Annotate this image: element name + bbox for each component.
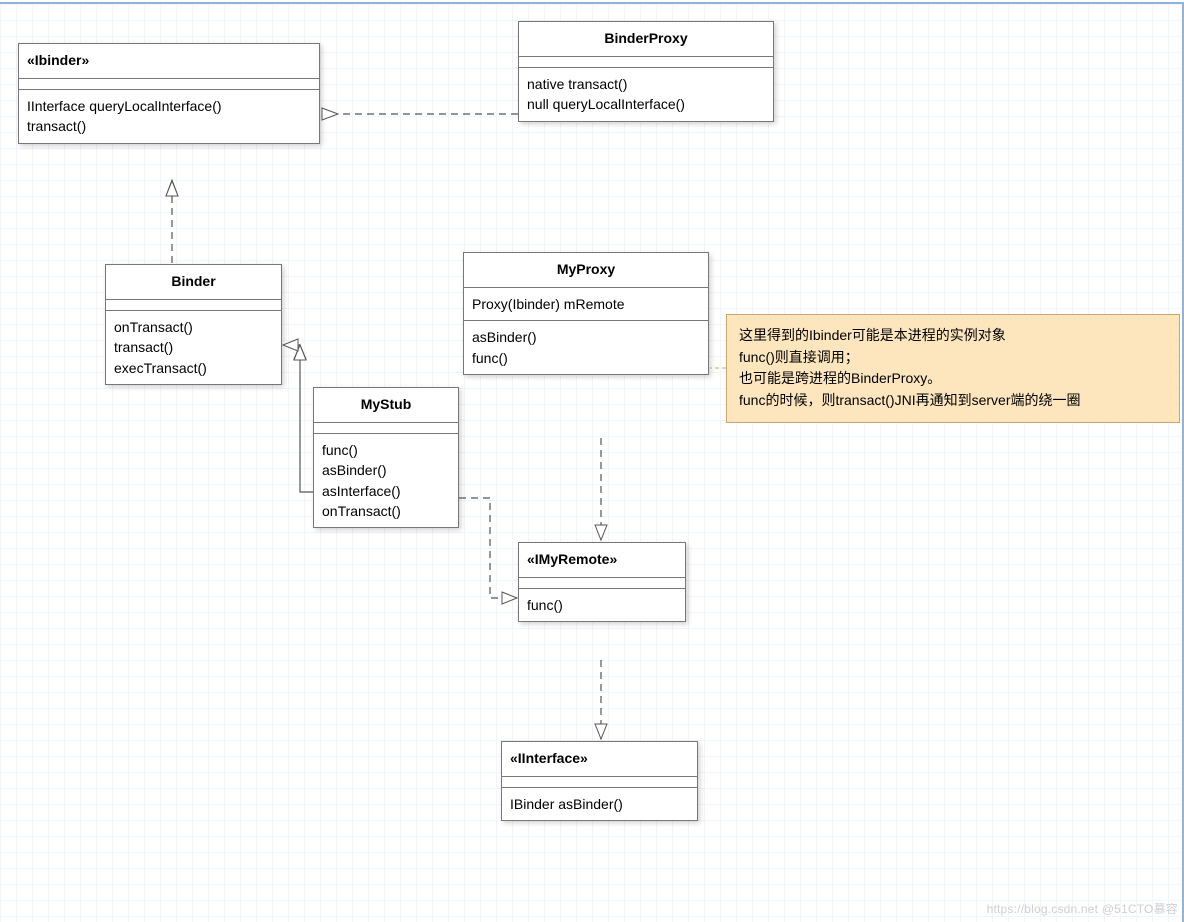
- note-line: 这里得到的Ibinder可能是本进程的实例对象: [739, 325, 1167, 347]
- op: transact(): [27, 116, 311, 136]
- class-binder: Binder onTransact() transact() execTrans…: [105, 264, 282, 385]
- class-title: BinderProxy: [519, 22, 773, 56]
- watermark: https://blog.csdn.net @51CTO慕容: [987, 900, 1178, 917]
- class-myproxy: MyProxy Proxy(Ibinder) mRemote asBinder(…: [463, 252, 709, 375]
- class-mystub: MyStub func() asBinder() asInterface() o…: [313, 387, 459, 528]
- class-title: MyStub: [314, 388, 458, 422]
- op: IBinder asBinder(): [510, 794, 689, 814]
- class-attrs: Proxy(Ibinder) mRemote: [464, 287, 708, 320]
- class-attrs-empty: [314, 422, 458, 433]
- op: IInterface queryLocalInterface(): [27, 96, 311, 116]
- class-title: MyProxy: [464, 253, 708, 287]
- attr: Proxy(Ibinder) mRemote: [472, 294, 700, 314]
- class-imyremote: «IMyRemote» func(): [518, 542, 686, 622]
- op: null queryLocalInterface(): [527, 94, 765, 114]
- op: func(): [472, 348, 700, 368]
- class-ops: IInterface queryLocalInterface() transac…: [19, 89, 319, 143]
- note-line: 也可能是跨进程的BinderProxy。: [739, 368, 1167, 390]
- class-iinterface: «IInterface» IBinder asBinder(): [501, 741, 698, 821]
- class-title: «Ibinder»: [19, 44, 319, 78]
- class-ops: asBinder() func(): [464, 320, 708, 374]
- op: native transact(): [527, 74, 765, 94]
- op: asBinder(): [472, 327, 700, 347]
- class-title: «IMyRemote»: [519, 543, 685, 577]
- class-ops: native transact() null queryLocalInterfa…: [519, 67, 773, 121]
- op: execTransact(): [114, 358, 273, 378]
- class-ops: func() asBinder() asInterface() onTransa…: [314, 433, 458, 527]
- class-ibinder: «Ibinder» IInterface queryLocalInterface…: [18, 43, 320, 144]
- op: func(): [322, 440, 450, 460]
- class-ops: onTransact() transact() execTransact(): [106, 310, 281, 384]
- class-attrs-empty: [502, 776, 697, 787]
- class-title: Binder: [106, 265, 281, 299]
- class-attrs-empty: [519, 577, 685, 588]
- class-attrs-empty: [106, 299, 281, 310]
- op: onTransact(): [114, 317, 273, 337]
- note-line: func的时候，则transact()JNI再通知到server端的绕一圈: [739, 390, 1167, 412]
- note-line: func()则直接调用；: [739, 347, 1167, 369]
- op: asBinder(): [322, 460, 450, 480]
- op: func(): [527, 595, 677, 615]
- class-attrs-empty: [519, 56, 773, 67]
- class-ops: IBinder asBinder(): [502, 787, 697, 820]
- class-attrs-empty: [19, 78, 319, 89]
- class-title: «IInterface»: [502, 742, 697, 776]
- op: transact(): [114, 337, 273, 357]
- class-binderproxy: BinderProxy native transact() null query…: [518, 21, 774, 122]
- diagram-note: 这里得到的Ibinder可能是本进程的实例对象 func()则直接调用； 也可能…: [726, 314, 1180, 423]
- op: onTransact(): [322, 501, 450, 521]
- class-ops: func(): [519, 588, 685, 621]
- op: asInterface(): [322, 481, 450, 501]
